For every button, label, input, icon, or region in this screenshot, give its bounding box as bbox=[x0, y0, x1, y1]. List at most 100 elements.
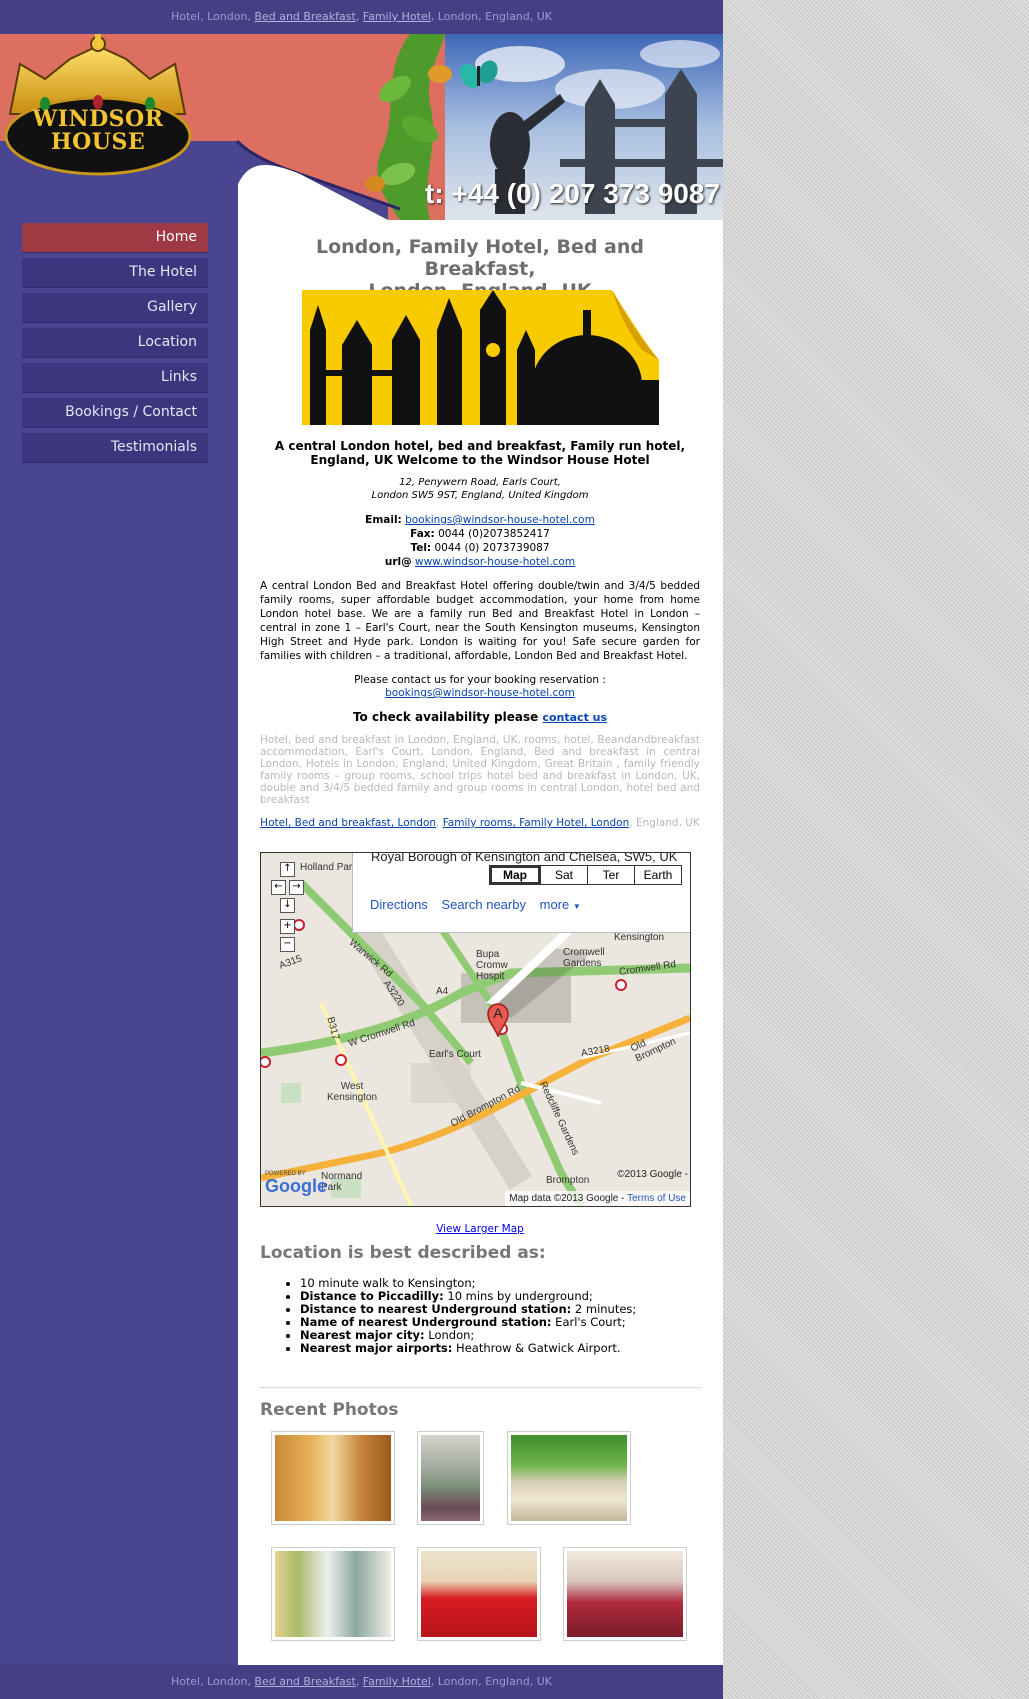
map-marker-a[interactable]: A bbox=[487, 1003, 509, 1038]
seo-link-hotel-bnb-london[interactable]: Hotel, Bed and breakfast, London bbox=[260, 817, 436, 829]
view-larger-map-row: View Larger Map bbox=[260, 1217, 700, 1236]
location-item-label: Nearest major airports: bbox=[300, 1341, 453, 1355]
footbar-text-pre: Hotel, London, bbox=[170, 1675, 255, 1688]
location-item-label: Distance to nearest Underground station: bbox=[300, 1302, 572, 1316]
address-block: 12, Penywern Road, Earls Court, London S… bbox=[260, 476, 700, 502]
map-info-window: Royal Borough of Kensington and Chelsea,… bbox=[352, 853, 690, 933]
pan-down-icon[interactable]: ↓ bbox=[280, 898, 295, 913]
intro-text: A central London Bed and Breakfast Hotel… bbox=[260, 580, 700, 662]
url-link[interactable]: www.windsor-house-hotel.com bbox=[415, 556, 575, 568]
nav-item-the-hotel[interactable]: The Hotel bbox=[22, 258, 208, 288]
map-label-kensington: Kensington bbox=[614, 932, 665, 943]
url-label: url@ bbox=[384, 556, 412, 568]
nav-item-bookings-contact[interactable]: Bookings / Contact bbox=[22, 398, 208, 428]
nav-item-gallery[interactable]: Gallery bbox=[22, 293, 208, 323]
google-wordmark: Google bbox=[265, 1176, 327, 1196]
seo-links-row: Hotel, Bed and breakfast, London, Family… bbox=[260, 817, 700, 829]
map-more-link[interactable]: more bbox=[540, 897, 570, 912]
location-item-value: Earl's Court; bbox=[555, 1315, 626, 1329]
fax-value: 0044 (0)2073852417 bbox=[438, 528, 550, 540]
footer-keyword-bar: Hotel, London, Bed and Breakfast, Family… bbox=[0, 1665, 723, 1699]
photo-thumb-window-room[interactable] bbox=[417, 1431, 484, 1525]
map-type-switcher: Map Sat Ter Earth bbox=[489, 865, 682, 885]
sidebar-nav: Home The Hotel Gallery Location Links Bo… bbox=[22, 223, 208, 468]
fax-label: Fax: bbox=[410, 528, 435, 540]
location-item-value: London; bbox=[428, 1328, 475, 1342]
map-data-footer: Map data ©2013 Google - Terms of Use bbox=[505, 1191, 690, 1206]
nav-item-links[interactable]: Links bbox=[22, 363, 208, 393]
map-type-sat[interactable]: Sat bbox=[540, 866, 587, 884]
topbar-text-pre: Hotel, London, bbox=[170, 10, 255, 23]
map-label-holland-park: Holland Par bbox=[300, 862, 353, 873]
photo-thumb-balcony[interactable] bbox=[507, 1431, 631, 1525]
address-line-2: London SW5 9ST, England, United Kingdom bbox=[371, 490, 589, 501]
footbar-link-family-hotel[interactable]: Family Hotel bbox=[363, 1675, 431, 1688]
header-phone: t: +44 (0) 207 373 9087 bbox=[425, 178, 720, 209]
booking-text: Please contact us for your booking reser… bbox=[354, 674, 606, 686]
map-type-map[interactable]: Map bbox=[490, 866, 540, 884]
map-label-earls-court: Earl's Court bbox=[429, 1049, 481, 1060]
email-label: Email: bbox=[365, 514, 402, 526]
tel-row: Tel: 0044 (0) 2073739087 bbox=[260, 541, 700, 555]
tel-label: Tel: bbox=[410, 542, 432, 554]
map-type-ter[interactable]: Ter bbox=[587, 866, 634, 884]
map-type-earth[interactable]: Earth bbox=[634, 866, 681, 884]
photo-thumb-twin-beds[interactable] bbox=[563, 1547, 687, 1641]
google-logo: POWERED BY Google bbox=[265, 1171, 327, 1195]
photo-thumb-red-bed[interactable] bbox=[417, 1547, 541, 1641]
footbar-text-sep: , bbox=[355, 1675, 363, 1688]
tel-value: 0044 (0) 2073739087 bbox=[434, 542, 550, 554]
topbar-link-family-hotel[interactable]: Family Hotel bbox=[363, 10, 431, 23]
availability-block: To check availability please contact us bbox=[260, 710, 700, 724]
zoom-out-icon[interactable]: − bbox=[280, 937, 295, 952]
photo-thumb-hallway[interactable] bbox=[271, 1431, 395, 1525]
topbar-text-sep: , bbox=[355, 10, 363, 23]
location-item-value: 10 mins by underground; bbox=[447, 1289, 593, 1303]
url-row: url@ www.windsor-house-hotel.com bbox=[260, 555, 700, 569]
topbar-link-bed-and-breakfast[interactable]: Bed and Breakfast bbox=[254, 10, 355, 23]
map-terms-link[interactable]: Terms of Use bbox=[627, 1193, 686, 1204]
pan-up-icon[interactable]: ↑ bbox=[280, 862, 295, 877]
chevron-down-icon[interactable]: ▼ bbox=[573, 902, 581, 911]
zoom-in-icon[interactable]: + bbox=[280, 919, 295, 934]
nav-item-testimonials[interactable]: Testimonials bbox=[22, 433, 208, 463]
pan-left-icon[interactable]: ← bbox=[271, 880, 286, 895]
contact-us-link[interactable]: contact us bbox=[542, 711, 607, 724]
footbar-link-bed-and-breakfast[interactable]: Bed and Breakfast bbox=[254, 1675, 355, 1688]
nav-item-location[interactable]: Location bbox=[22, 328, 208, 358]
map-search-nearby-link[interactable]: Search nearby bbox=[441, 897, 526, 912]
seo-link-family-rooms[interactable]: Family rooms, Family Hotel, London bbox=[443, 817, 630, 829]
footbar-text-post: , London, England, UK bbox=[430, 1675, 553, 1688]
google-map-embed[interactable]: Royal Borough of Kensington and Chelsea,… bbox=[260, 852, 691, 1207]
booking-email-link[interactable]: bookings@windsor-house-hotel.com bbox=[385, 687, 575, 699]
email-row: Email: bookings@windsor-house-hotel.com bbox=[260, 513, 700, 527]
photo-thumb-lamp-curtains[interactable] bbox=[271, 1547, 395, 1641]
email-link[interactable]: bookings@windsor-house-hotel.com bbox=[405, 514, 595, 526]
main-content: London, Family Hotel, Bed and Breakfast,… bbox=[238, 220, 723, 1665]
location-item-label: Nearest major city: bbox=[300, 1328, 425, 1342]
logo-line-2: HOUSE bbox=[50, 129, 146, 155]
map-label-bupa: Bupa Cromw Hospit bbox=[476, 949, 508, 982]
fax-row: Fax: 0044 (0)2073852417 bbox=[260, 527, 700, 541]
map-label-brompton: Brompton bbox=[546, 1175, 590, 1186]
availability-row: To check availability please contact us bbox=[260, 710, 700, 724]
map-marker-label: A bbox=[493, 1005, 503, 1021]
view-larger-map-link[interactable]: View Larger Map bbox=[436, 1223, 524, 1235]
pan-right-icon[interactable]: → bbox=[289, 880, 304, 895]
map-actions: Directions Search nearby more ▼ bbox=[370, 897, 581, 912]
contact-block: Email: bookings@windsor-house-hotel.com … bbox=[260, 513, 700, 569]
address-line-1: 12, Penywern Road, Earls Court, bbox=[399, 477, 561, 488]
nav-item-home[interactable]: Home bbox=[22, 223, 208, 253]
map-directions-link[interactable]: Directions bbox=[370, 897, 428, 912]
section-divider bbox=[260, 1387, 700, 1388]
map-label-cromwell-gardens: Cromwell Gardens bbox=[563, 947, 605, 969]
location-item-value: Heathrow & Gatwick Airport. bbox=[456, 1341, 621, 1355]
tagline: A central London hotel, bed and breakfas… bbox=[260, 439, 700, 467]
photos-heading-text: Recent Photos bbox=[260, 1400, 399, 1420]
photos-heading: Recent Photos bbox=[260, 1400, 700, 1420]
london-skyline-image bbox=[302, 290, 659, 435]
tagline-text: A central London hotel, bed and breakfas… bbox=[274, 439, 686, 467]
map-label-west-kensington: West Kensington bbox=[327, 1081, 378, 1103]
seo-links: Hotel, Bed and breakfast, London, Family… bbox=[260, 817, 700, 829]
availability-text: To check availability please bbox=[352, 710, 539, 724]
